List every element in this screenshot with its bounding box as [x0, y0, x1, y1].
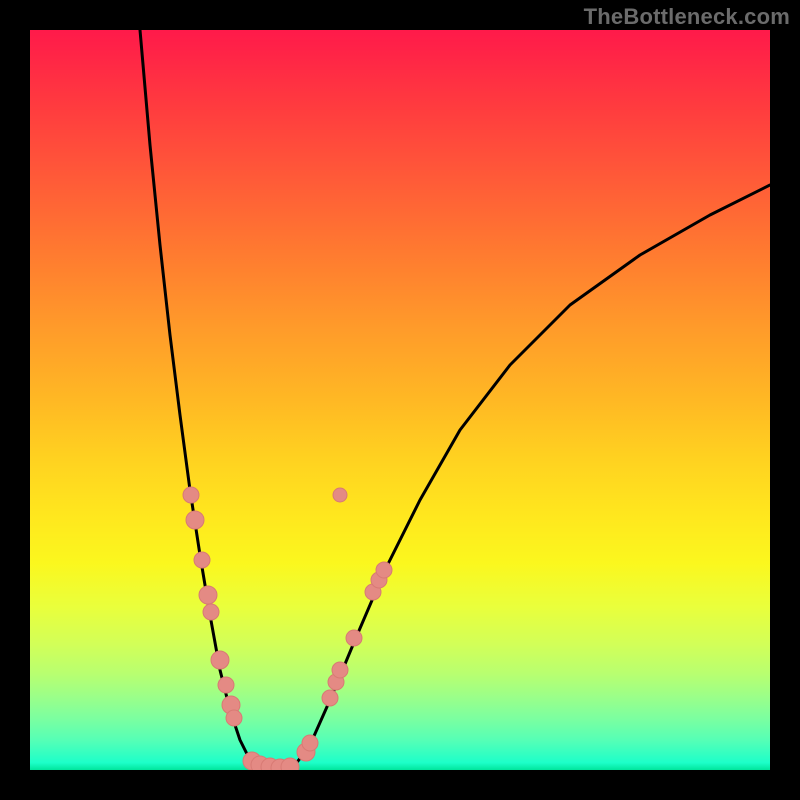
- data-marker: [194, 552, 210, 568]
- data-marker: [211, 651, 229, 669]
- data-marker: [183, 487, 199, 503]
- data-marker: [186, 511, 204, 529]
- bottleneck-curve: [140, 30, 770, 769]
- data-marker: [322, 690, 338, 706]
- chart-frame: TheBottleneck.com: [0, 0, 800, 800]
- plot-area: [30, 30, 770, 770]
- data-marker: [218, 677, 234, 693]
- chart-svg: [30, 30, 770, 770]
- watermark-text: TheBottleneck.com: [584, 4, 790, 30]
- data-marker: [226, 710, 242, 726]
- series-group: [140, 30, 770, 769]
- data-marker: [199, 586, 217, 604]
- data-marker: [333, 488, 347, 502]
- data-marker: [203, 604, 219, 620]
- data-marker: [376, 562, 392, 578]
- data-marker: [346, 630, 362, 646]
- data-marker: [332, 662, 348, 678]
- data-marker: [302, 735, 318, 751]
